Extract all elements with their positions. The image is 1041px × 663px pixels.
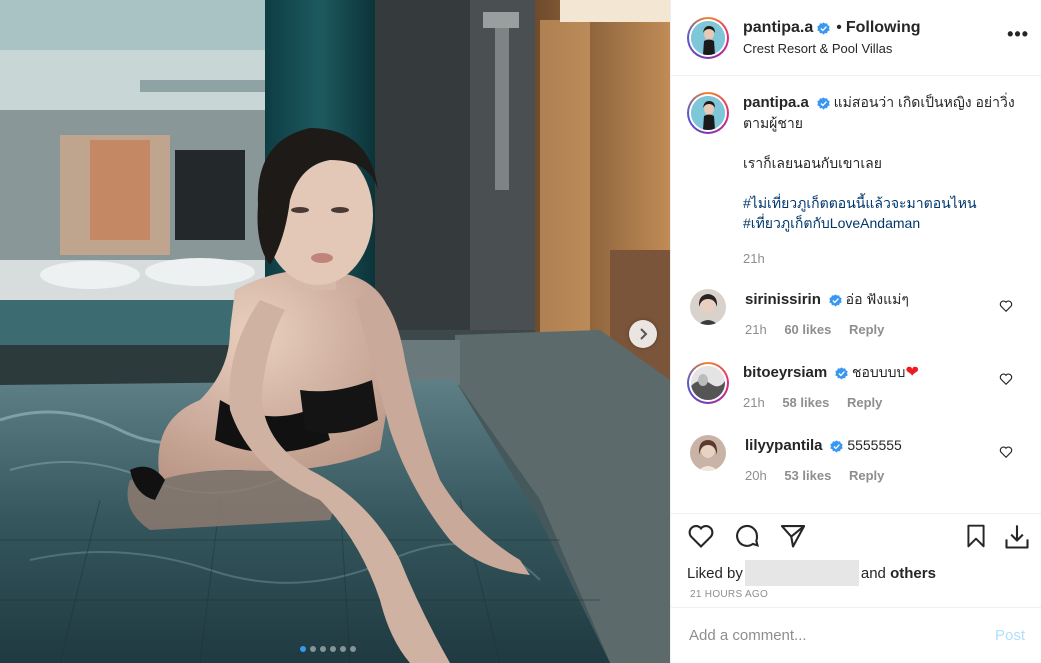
location-link[interactable]: Crest Resort & Pool Villas <box>743 41 921 56</box>
author-avatar[interactable] <box>687 16 729 59</box>
liked-by-line: Liked by and others <box>671 557 1041 586</box>
commenter-username[interactable]: bitoeyrsiam <box>743 364 827 381</box>
carousel-dot <box>310 646 316 652</box>
download-icon[interactable] <box>1003 523 1031 551</box>
comment-item: lilyypantila 5555555 20h 53 likes Reply <box>687 435 1025 486</box>
post-header: pantipa.a • Following Crest Resort & Poo… <box>671 0 1041 76</box>
heart-icon[interactable] <box>687 522 715 550</box>
more-options-icon[interactable]: ••• <box>1007 24 1029 45</box>
photo-scene <box>0 0 670 663</box>
author-username-link[interactable]: pantipa.a <box>743 19 813 37</box>
verified-badge-icon <box>829 294 842 307</box>
others-link[interactable]: others <box>890 565 936 582</box>
verified-badge-icon <box>835 367 848 380</box>
verified-badge-icon <box>817 97 830 110</box>
commenter-username[interactable]: lilyypantila <box>745 437 823 454</box>
bookmark-icon[interactable] <box>963 523 989 549</box>
redacted-username <box>744 560 859 586</box>
comment-text: อ่อ ฟังแม่ๆ <box>845 291 909 307</box>
carousel-indicator <box>300 646 356 652</box>
comment-item: sirinissirin อ่อ ฟังแม่ๆ 21h 60 likes Re… <box>687 289 1025 340</box>
comment-likes[interactable]: 53 likes <box>784 468 831 483</box>
post-side-panel: pantipa.a • Following Crest Resort & Poo… <box>670 0 1041 663</box>
verified-badge-icon <box>817 21 830 35</box>
carousel-dot <box>350 646 356 652</box>
comment-likes[interactable]: 60 likes <box>784 322 831 337</box>
commenter-username[interactable]: sirinissirin <box>745 291 821 308</box>
caption: pantipa.a แม่สอนว่า เกิดเป็นหญิง อย่าวิ่… <box>687 92 1025 269</box>
carousel-dot <box>300 646 306 652</box>
heart-icon[interactable] <box>999 299 1013 313</box>
reply-button[interactable]: Reply <box>849 322 884 337</box>
caption-avatar[interactable] <box>687 92 729 134</box>
hashtag-link[interactable]: #ไม่เที่ยวภูเก็ตตอนนี้แล้วจะมาตอนไหน <box>743 193 1025 213</box>
reply-button[interactable]: Reply <box>847 395 882 410</box>
comment-icon[interactable] <box>733 522 761 550</box>
next-arrow-icon <box>640 328 648 340</box>
comment-text: ชอบบบบ <box>851 364 906 380</box>
red-heart-emoji: ❤ <box>905 364 919 381</box>
comments-section: pantipa.a แม่สอนว่า เกิดเป็นหญิง อย่าวิ่… <box>671 76 1041 510</box>
commenter-avatar[interactable] <box>690 435 726 471</box>
carousel-dot <box>340 646 346 652</box>
post-comment-button[interactable]: Post <box>995 627 1025 644</box>
heart-icon[interactable] <box>999 445 1013 459</box>
caption-time: 21h <box>743 251 765 266</box>
reply-button[interactable]: Reply <box>849 468 884 483</box>
caption-text-second: เราก็เลยนอนกับเขาเลย <box>743 155 882 171</box>
add-comment-input[interactable] <box>689 627 949 644</box>
add-comment-bar: Post <box>671 607 1041 663</box>
heart-icon[interactable] <box>999 372 1013 386</box>
verified-badge-icon <box>830 440 844 453</box>
caption-username[interactable]: pantipa.a <box>743 94 809 111</box>
comment-time: 20h <box>745 468 767 483</box>
hashtag-link[interactable]: #เที่ยวภูเก็ตกับLoveAndaman <box>743 213 1025 233</box>
carousel-dot <box>320 646 326 652</box>
next-photo-button[interactable] <box>629 320 657 348</box>
comment-text: 5555555 <box>847 437 902 453</box>
comment-time: 21h <box>745 322 767 337</box>
commenter-avatar[interactable] <box>690 289 726 325</box>
post-viewer: pantipa.a • Following Crest Resort & Poo… <box>0 0 1041 663</box>
liked-by-prefix: Liked by <box>687 564 743 582</box>
carousel-dot <box>330 646 336 652</box>
follow-separator: • <box>836 19 842 36</box>
comment-item: bitoeyrsiam ชอบบบบ❤ 21h 58 likes Reply <box>687 362 1025 413</box>
following-button[interactable]: Following <box>846 19 921 37</box>
post-time-ago: 21 HOURS AGO <box>690 589 769 600</box>
share-icon[interactable] <box>779 522 807 550</box>
comment-time: 21h <box>743 395 765 410</box>
action-bar <box>671 513 1041 557</box>
post-photo[interactable] <box>0 0 670 663</box>
comment-likes[interactable]: 58 likes <box>782 395 829 410</box>
commenter-avatar[interactable] <box>687 362 729 404</box>
liked-by-and: and <box>860 564 886 582</box>
